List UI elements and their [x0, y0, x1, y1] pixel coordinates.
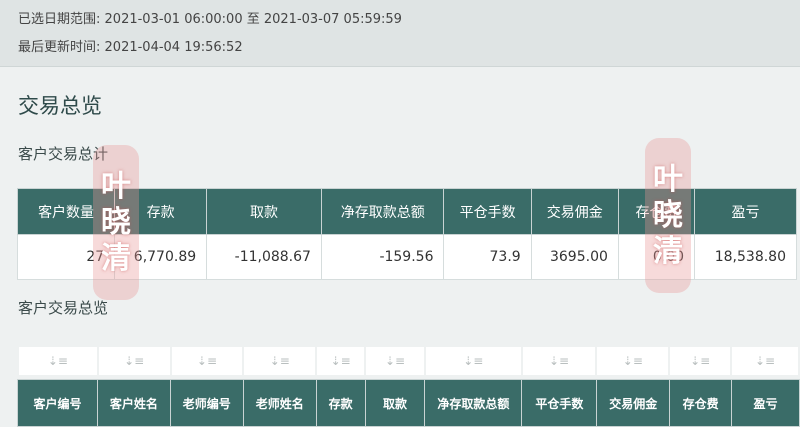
sort-icon[interactable]: ⇣≡ — [730, 345, 800, 377]
sort-icon[interactable]: ⇣≡ — [364, 345, 426, 377]
summary-header-cell: 存仓费 — [617, 188, 696, 235]
summary-table: 客户数量 存款 取款 净存取款总额 平仓手数 交易佣金 存仓费 盈亏 27 6,… — [16, 188, 797, 280]
overview-header-cell[interactable]: 客户编号 — [17, 379, 98, 427]
sort-controls-row: ⇣≡ ⇣≡ ⇣≡ ⇣≡ ⇣≡ ⇣≡ ⇣≡ ⇣≡ ⇣≡ ⇣≡ ⇣≡ — [17, 345, 800, 377]
overview-header-cell[interactable]: 老师姓名 — [242, 379, 317, 427]
sort-icon[interactable]: ⇣≡ — [17, 345, 99, 377]
overview-header-row: 客户编号 客户姓名 老师编号 老师姓名 存款 取款 净存取款总额 平仓手数 交易… — [17, 379, 800, 427]
summary-cell: 3695.00 — [530, 234, 619, 280]
overview-header-cell[interactable]: 老师编号 — [169, 379, 244, 427]
summary-cell: 18,538.80 — [694, 234, 797, 280]
overview-table: 客户编号 客户姓名 老师编号 老师姓名 存款 取款 净存取款总额 平仓手数 交易… — [17, 379, 800, 427]
summary-cell: 6,770.89 — [114, 234, 208, 280]
sort-icon[interactable]: ⇣≡ — [242, 345, 318, 377]
date-range-value: 2021-03-01 06:00:00 至 2021-03-07 05:59:5… — [104, 12, 402, 27]
overview-section-title: 客户交易总览 — [18, 299, 109, 317]
last-updated-value: 2021-04-04 19:56:52 — [104, 40, 243, 55]
summary-cell: 73.9 — [443, 234, 532, 280]
summary-header-cell: 存款 — [114, 188, 208, 235]
summary-cell: -11,088.67 — [206, 234, 322, 280]
table-row: 27 6,770.89 -11,088.67 -159.56 73.9 3695… — [16, 234, 797, 280]
summary-header-cell: 净存取款总额 — [320, 188, 445, 235]
date-range-label: 已选日期范围: — [18, 12, 101, 27]
sort-icon[interactable]: ⇣≡ — [423, 345, 523, 377]
date-range-line: 已选日期范围: 2021-03-01 06:00:00 至 2021-03-07… — [18, 8, 402, 27]
summary-header-cell: 取款 — [206, 188, 322, 235]
sort-icon[interactable]: ⇣≡ — [96, 345, 172, 377]
overview-header-cell[interactable]: 平仓手数 — [521, 379, 598, 427]
summary-header-cell: 平仓手数 — [443, 188, 532, 235]
sort-icon[interactable]: ⇣≡ — [169, 345, 245, 377]
summary-cell: -159.56 — [320, 234, 445, 280]
overview-header-cell[interactable]: 盈亏 — [731, 379, 800, 427]
overview-header-cell[interactable]: 存仓费 — [669, 379, 733, 427]
summary-cell: 27 — [16, 234, 116, 280]
overview-header-cell[interactable]: 存款 — [315, 379, 366, 427]
filter-info-bar: 已选日期范围: 2021-03-01 06:00:00 至 2021-03-07… — [0, 0, 800, 67]
overview-header-cell[interactable]: 客户姓名 — [96, 379, 171, 427]
sort-icon[interactable]: ⇣≡ — [595, 345, 671, 377]
last-updated-line: 最后更新时间: 2021-04-04 19:56:52 — [18, 36, 243, 55]
overview-header-cell[interactable]: 取款 — [364, 379, 426, 427]
sort-icon[interactable]: ⇣≡ — [668, 345, 733, 377]
summary-header-row: 客户数量 存款 取款 净存取款总额 平仓手数 交易佣金 存仓费 盈亏 — [16, 188, 797, 235]
summary-header-cell: 盈亏 — [694, 188, 797, 235]
summary-section-title: 客户交易总计 — [18, 145, 109, 163]
sort-icon[interactable]: ⇣≡ — [315, 345, 367, 377]
summary-header-cell: 交易佣金 — [530, 188, 619, 235]
overview-header-cell[interactable]: 交易佣金 — [596, 379, 671, 427]
overview-header-cell[interactable]: 净存取款总额 — [424, 379, 523, 427]
last-updated-label: 最后更新时间: — [18, 40, 101, 55]
page-title: 交易总览 — [18, 94, 102, 118]
summary-cell: 0.00 — [617, 234, 696, 280]
sort-icon[interactable]: ⇣≡ — [520, 345, 598, 377]
summary-header-cell: 客户数量 — [16, 188, 116, 235]
